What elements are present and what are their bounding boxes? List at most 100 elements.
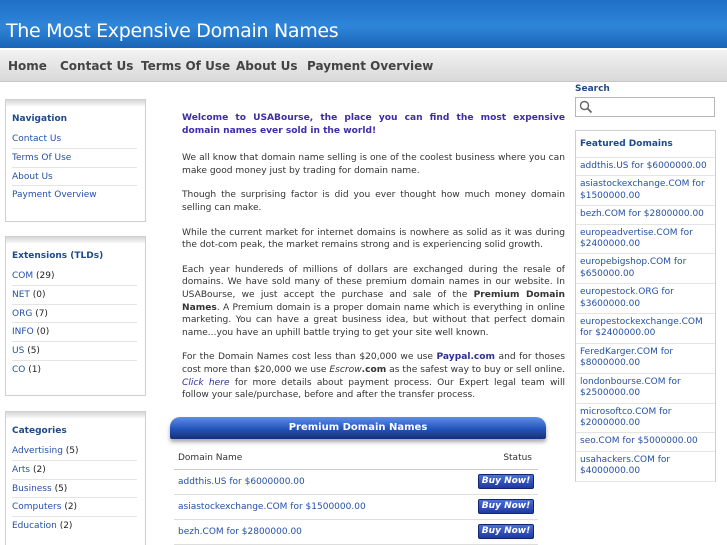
domain-link[interactable]: addthis.US for $6000000.00 xyxy=(178,477,305,487)
extension-count: (1) xyxy=(28,364,41,375)
paragraph-2: Though the surprising factor is did you … xyxy=(182,190,565,213)
extension-link[interactable]: ORG xyxy=(12,309,32,319)
featured-item[interactable]: addthis.US for $6000000.00 xyxy=(576,158,715,177)
extension-item[interactable]: US (5) xyxy=(12,342,137,361)
featured-item[interactable]: microsoftco.COM for $2000000.00 xyxy=(576,404,715,434)
categories-panel: Categories Advertising (5) Arts (2) Busi… xyxy=(5,411,146,545)
category-count: (2) xyxy=(59,521,73,532)
category-item[interactable]: Advertising (5) xyxy=(12,442,137,461)
featured-link[interactable]: addthis.US for $6000000.00 xyxy=(580,161,707,171)
featured-link[interactable]: FeredKarger.COM for $8000000.00 xyxy=(580,347,673,368)
featured-link[interactable]: bezh.COM for $2800000.00 xyxy=(580,209,704,219)
buy-now-button[interactable]: Buy Now! xyxy=(478,474,534,489)
escrow-suffix: .com xyxy=(361,364,387,375)
category-link[interactable]: Business xyxy=(12,484,52,494)
sidebar-item-payment-overview[interactable]: Payment Overview xyxy=(12,186,137,205)
featured-link[interactable]: europestockexchange.COM for $2400000.00 xyxy=(580,317,703,338)
sidebar-item-about-us[interactable]: About Us xyxy=(12,168,137,187)
featured-domains-panel: Featured Domains addthis.US for $6000000… xyxy=(575,130,716,482)
extension-count: (0) xyxy=(32,289,46,300)
extension-count: (0) xyxy=(36,327,50,338)
paragraph-4: Each year hundereds of millions of dolla… xyxy=(182,264,565,340)
table-row: addthis.US for $6000000.00 Buy Now! xyxy=(174,469,538,495)
column-header-status: Status xyxy=(446,447,538,470)
category-link[interactable]: Computers xyxy=(12,502,61,512)
category-link[interactable]: Education xyxy=(12,521,57,531)
featured-link[interactable]: seo.COM for $5000000.00 xyxy=(580,436,698,446)
featured-item[interactable]: europeadvertise.COM for $2400000.00 xyxy=(576,225,715,255)
extensions-heading: Extensions (TLDs) xyxy=(12,251,104,261)
category-link[interactable]: Advertising xyxy=(12,446,63,456)
navigation-panel: Navigation Contact Us Terms Of Use About… xyxy=(5,99,146,222)
sidebar-link[interactable]: Terms Of Use xyxy=(12,153,71,163)
site-header: The Most Expensive Domain Names xyxy=(0,0,727,48)
featured-link[interactable]: europestock.ORG for $3600000.00 xyxy=(580,287,674,308)
featured-item[interactable]: europestockexchange.COM for $2400000.00 xyxy=(576,314,715,344)
extension-link[interactable]: INFO xyxy=(12,327,34,337)
category-item[interactable]: Computers (2) xyxy=(12,498,137,518)
search-label: Search xyxy=(575,84,610,94)
featured-link[interactable]: europeadvertise.COM for $2400000.00 xyxy=(580,228,693,249)
extension-item[interactable]: ORG (7) xyxy=(12,305,137,324)
category-link[interactable]: Arts xyxy=(12,465,30,475)
nav-payment-overview[interactable]: Payment Overview xyxy=(307,59,433,73)
sidebar-link[interactable]: Contact Us xyxy=(12,134,61,144)
click-here-link[interactable]: Click here xyxy=(182,378,230,388)
sidebar-item-terms-of-use[interactable]: Terms Of Use xyxy=(12,149,137,168)
extension-link[interactable]: US xyxy=(12,346,24,356)
featured-item[interactable]: usahackers.COM for $4000000.00 xyxy=(576,452,715,482)
extension-count: (7) xyxy=(35,308,48,319)
domain-link[interactable]: asiastockexchange.COM for $1500000.00 xyxy=(178,502,366,512)
extension-link[interactable]: COM xyxy=(12,271,33,281)
paragraph-1: We all know that domain name selling is … xyxy=(182,153,565,176)
sidebar-link[interactable]: About Us xyxy=(12,172,53,182)
sidebar-link[interactable]: Payment Overview xyxy=(12,190,97,200)
extensions-panel: Extensions (TLDs) COM (29) NET (0) ORG (… xyxy=(5,236,146,396)
featured-item[interactable]: bezh.COM for $2800000.00 xyxy=(576,206,715,225)
featured-item[interactable]: FeredKarger.COM for $8000000.00 xyxy=(576,344,715,374)
category-item[interactable]: Business (5) xyxy=(12,480,137,499)
extension-link[interactable]: NET xyxy=(12,290,30,300)
extension-count: (5) xyxy=(27,346,40,357)
featured-link[interactable]: microsoftco.COM for $2000000.00 xyxy=(580,407,672,428)
extension-item[interactable]: CO (1) xyxy=(12,361,137,380)
extension-item[interactable]: NET (0) xyxy=(12,286,137,305)
featured-link[interactable]: asiastockexchange.COM for $1500000.00 xyxy=(580,179,705,200)
featured-item[interactable]: europestock.ORG for $3600000.00 xyxy=(576,284,715,315)
paypal-link[interactable]: Paypal.com xyxy=(436,352,495,362)
search-input[interactable] xyxy=(575,97,715,117)
featured-item[interactable]: asiastockexchange.COM for $1500000.00 xyxy=(576,176,715,207)
buy-now-button[interactable]: Buy Now! xyxy=(478,499,534,514)
paragraph-5-text: For the Domain Names cost less than $20,… xyxy=(182,352,437,363)
paragraph-5-text: for more details about payment process. … xyxy=(182,377,565,401)
category-count: (2) xyxy=(64,502,78,513)
extension-link[interactable]: CO xyxy=(12,365,25,375)
site-title[interactable]: The Most Expensive Domain Names xyxy=(6,20,339,42)
paragraph-3: While the current market for internet do… xyxy=(182,227,565,251)
extension-item[interactable]: INFO (0) xyxy=(12,323,137,343)
category-item[interactable]: Arts (2) xyxy=(12,461,137,480)
nav-about-us[interactable]: About Us xyxy=(236,59,297,73)
premium-domains-banner: Premium Domain Names xyxy=(170,417,546,439)
nav-terms-of-use[interactable]: Terms Of Use xyxy=(141,59,230,73)
extension-item[interactable]: COM (29) xyxy=(12,267,137,286)
domain-link[interactable]: bezh.COM for $2800000.00 xyxy=(178,527,302,537)
featured-link[interactable]: londonbourse.COM for $2500000.00 xyxy=(580,377,681,398)
column-header-domain: Domain Name xyxy=(174,447,447,470)
nav-home[interactable]: Home xyxy=(8,59,47,73)
featured-link[interactable]: europebigshop.COM for $650000.00 xyxy=(580,257,686,278)
featured-link[interactable]: usahackers.COM for $4000000.00 xyxy=(580,455,670,476)
search-icon xyxy=(579,100,593,114)
featured-item[interactable]: seo.COM for $5000000.00 xyxy=(576,433,715,452)
escrow-name: Escrow xyxy=(329,364,362,375)
featured-item[interactable]: londonbourse.COM for $2500000.00 xyxy=(576,374,715,404)
featured-item[interactable]: europebigshop.COM for $650000.00 xyxy=(576,254,715,285)
welcome-text: Welcome to USABourse, the place you can … xyxy=(182,113,565,136)
sidebar-item-contact-us[interactable]: Contact Us xyxy=(12,130,137,149)
nav-contact-us[interactable]: Contact Us xyxy=(60,59,133,73)
premium-domains-section: Premium Domain Names Domain Name Status … xyxy=(170,417,546,545)
category-item[interactable]: Education (2) xyxy=(12,517,137,536)
buy-now-button[interactable]: Buy Now! xyxy=(478,524,534,539)
main-content: Welcome to USABourse, the place you can … xyxy=(182,112,565,414)
table-row: asiastockexchange.COM for $1500000.00 Bu… xyxy=(174,494,538,520)
